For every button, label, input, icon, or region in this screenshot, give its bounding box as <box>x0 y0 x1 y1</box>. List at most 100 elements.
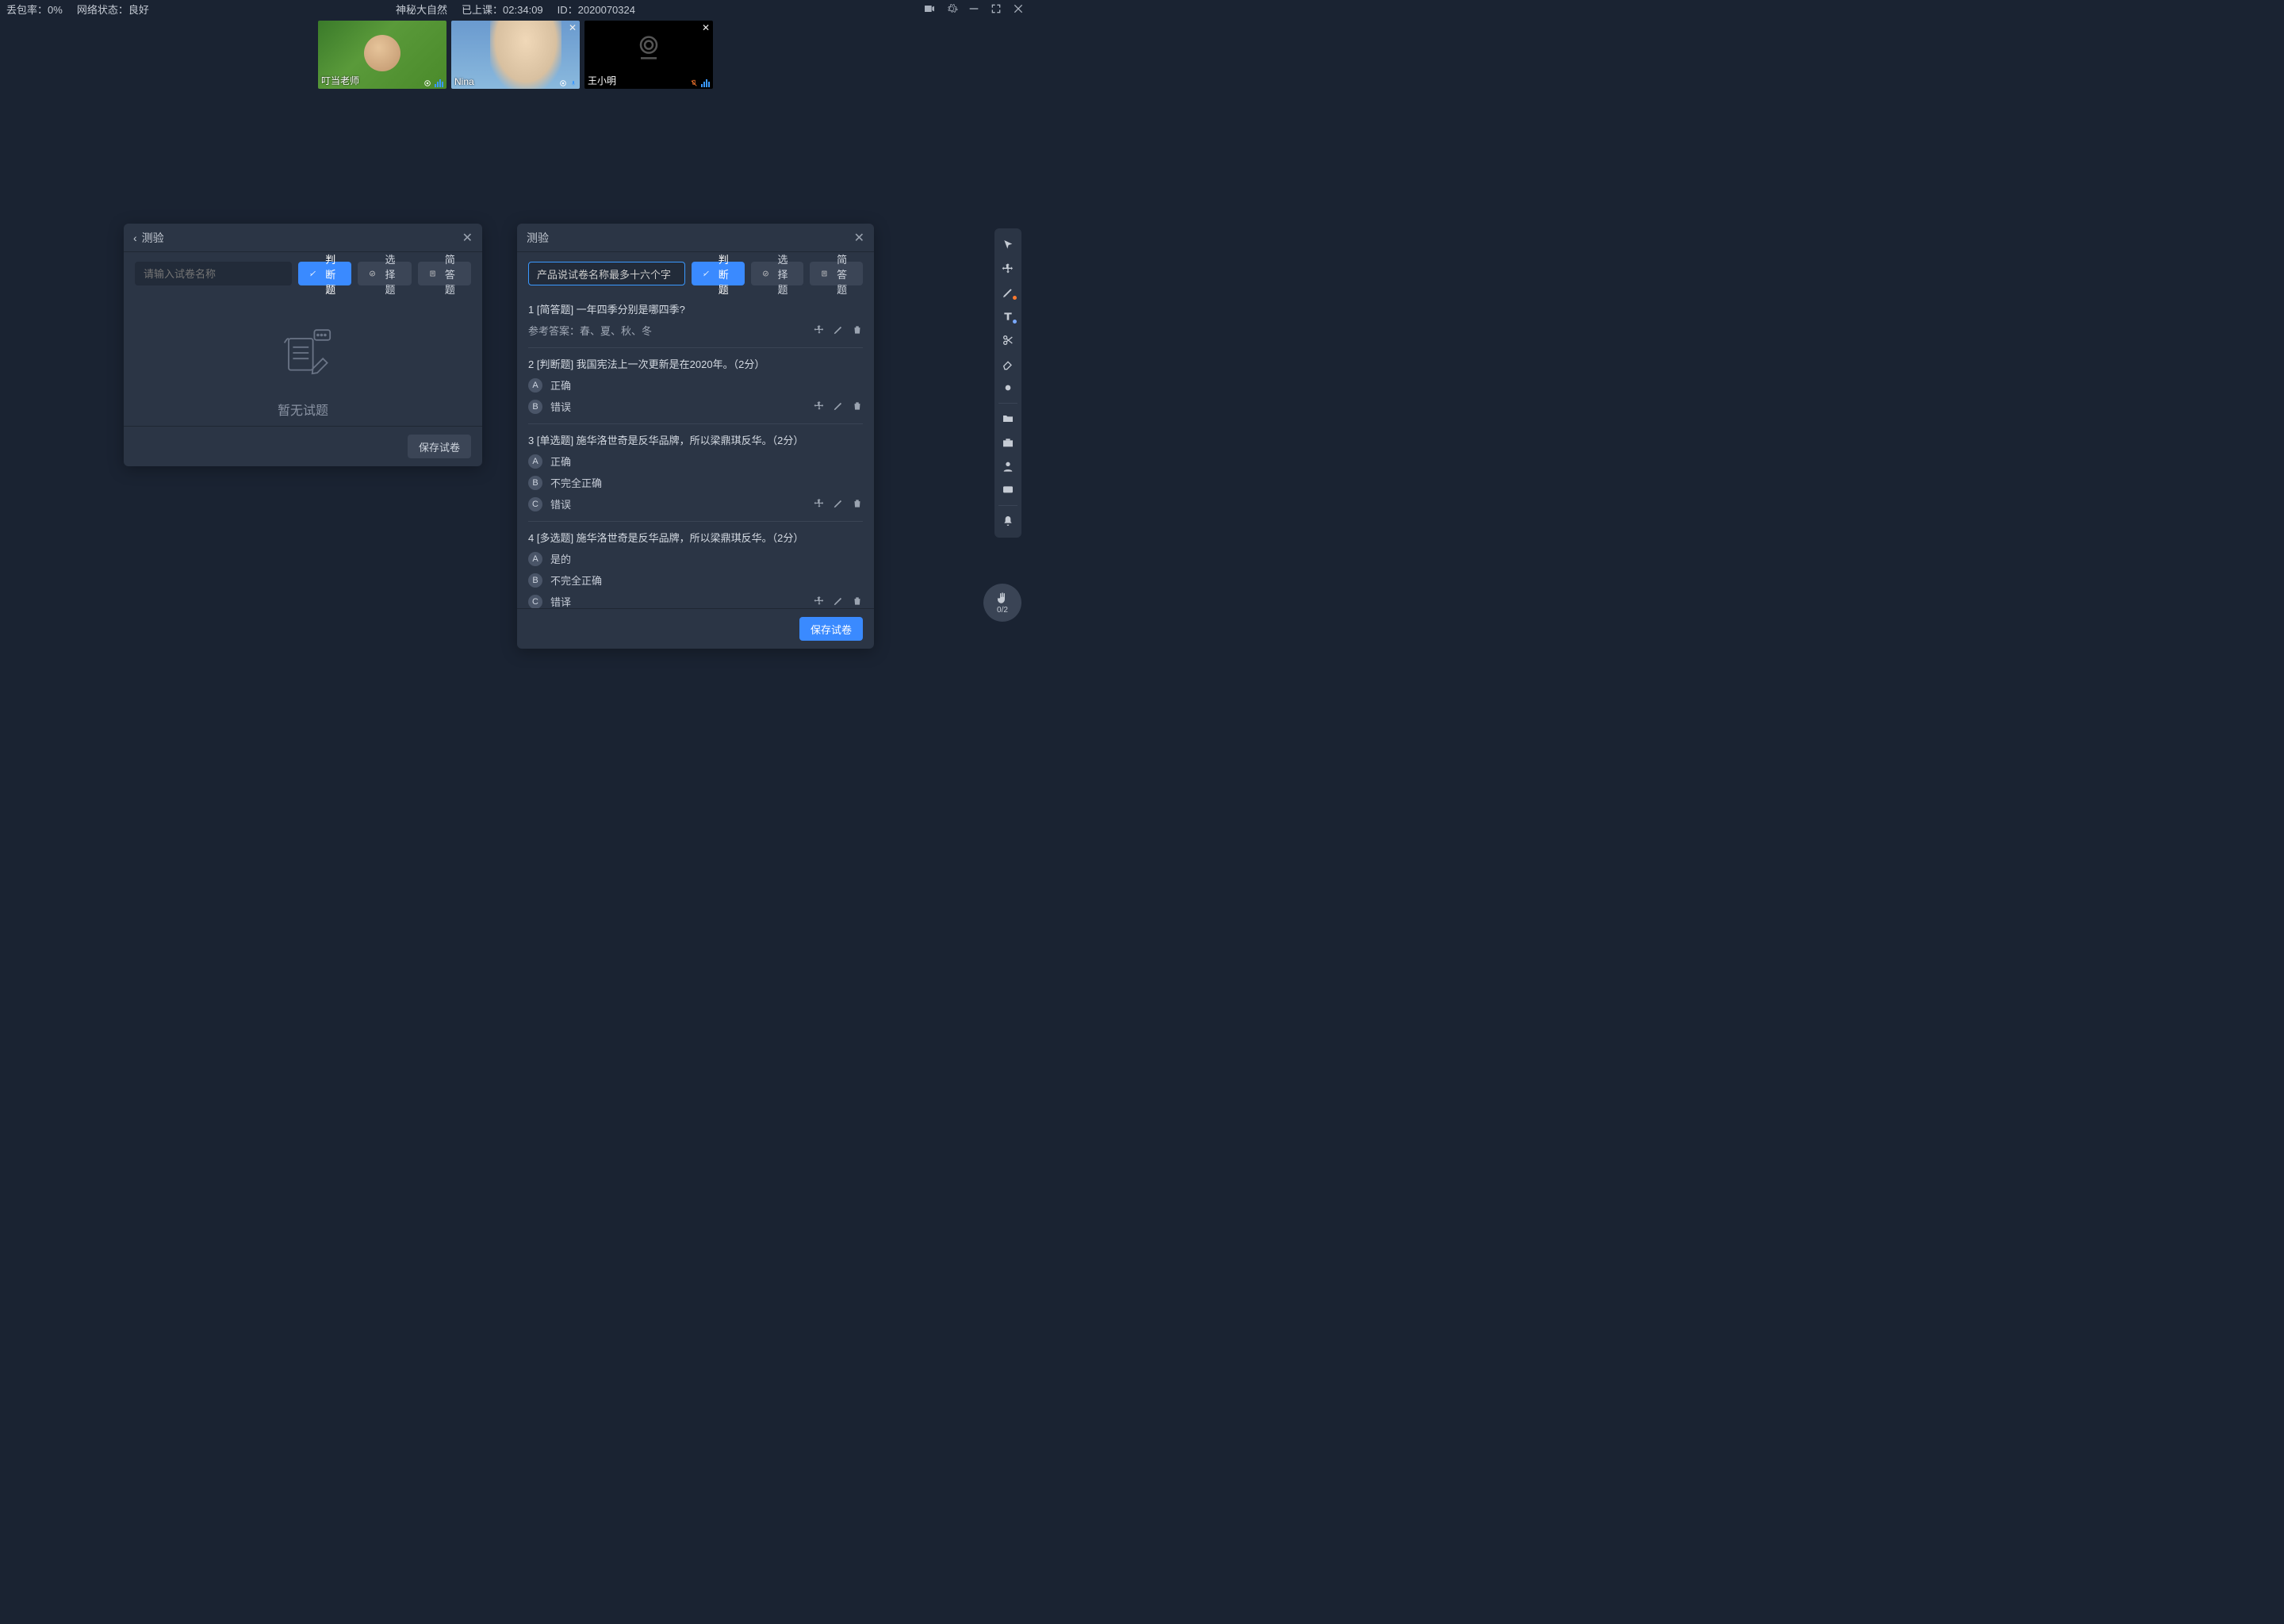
edit-icon[interactable] <box>833 596 844 608</box>
bell-tool[interactable] <box>998 511 1018 531</box>
session-id: ID：2020070324 <box>558 2 635 17</box>
video-tile-student-1[interactable]: ✕ Nina <box>451 21 580 89</box>
delete-icon[interactable] <box>852 324 863 339</box>
option-row[interactable]: B 不完全正确 <box>528 475 863 490</box>
option-text: 不完全正确 <box>550 475 602 490</box>
option-text: 是的 <box>550 551 571 566</box>
judge-button[interactable]: 判断题 <box>298 262 351 285</box>
hand-count: 0/2 <box>997 606 1008 615</box>
option-letter: C <box>528 595 542 609</box>
cursor-tool[interactable] <box>998 235 1018 255</box>
question-title: 3 [单选题] 施华洛世奇是反华品牌，所以梁鼎琪反华。（2分） <box>528 432 863 447</box>
option-row[interactable]: C 错误 <box>528 496 863 511</box>
move-icon[interactable] <box>814 596 825 608</box>
video-strip: 叮当老师 ✕ Nina ✕ 王小明 <box>0 17 1031 90</box>
mic-indicator <box>559 79 577 87</box>
maximize-icon[interactable] <box>990 2 1002 15</box>
video-name: 王小明 <box>588 74 616 87</box>
save-button[interactable]: 保存试卷 <box>408 435 471 458</box>
save-button[interactable]: 保存试卷 <box>799 617 863 641</box>
question-block: 1 [简答题] 一年四季分别是哪四季? 参考答案：春、夏、秋、冬 <box>528 293 863 348</box>
settings-icon[interactable] <box>945 2 958 15</box>
empty-text: 暂无试题 <box>278 400 328 419</box>
chat-tool[interactable] <box>998 480 1018 500</box>
option-letter: A <box>528 454 542 469</box>
move-icon[interactable] <box>814 498 825 513</box>
mic-indicator <box>423 79 443 87</box>
camera-off-icon <box>633 32 665 63</box>
video-tile-teacher[interactable]: 叮当老师 <box>318 21 446 89</box>
option-text: 正确 <box>550 377 571 393</box>
toolbox-tool[interactable] <box>998 432 1018 453</box>
question-title: 2 [判断题] 我国宪法上一次更新是在2020年。（2分） <box>528 356 863 371</box>
choice-button[interactable]: 选择题 <box>751 262 804 285</box>
question-title: 4 [多选题] 施华洛世奇是反华品牌，所以梁鼎琪反华。（2分） <box>528 530 863 545</box>
delete-icon[interactable] <box>852 498 863 513</box>
quiz-name-input[interactable] <box>135 262 292 285</box>
judge-button[interactable]: 判断题 <box>692 262 745 285</box>
packet-loss: 丢包率：0% <box>6 2 63 17</box>
mic-indicator <box>690 79 710 87</box>
scissors-tool[interactable] <box>998 330 1018 350</box>
option-letter: A <box>528 552 542 566</box>
answer-row: 参考答案：春、夏、秋、冬 <box>528 323 863 338</box>
quiz-name-input[interactable] <box>528 262 685 285</box>
move-icon[interactable] <box>814 400 825 416</box>
option-letter: A <box>528 378 542 393</box>
option-text: 错译 <box>550 594 571 608</box>
edit-icon[interactable] <box>833 400 844 416</box>
top-bar: 丢包率：0% 网络状态：良好 神秘大自然 已上课：02:34:09 ID：202… <box>0 0 1031 17</box>
delete-icon[interactable] <box>852 400 863 416</box>
choice-button[interactable]: 选择题 <box>358 262 411 285</box>
option-row[interactable]: A 正确 <box>528 454 863 469</box>
quiz-panel-empty: ‹ 测验 ✕ 判断题 选择题 简答题 暂无试题 保存试卷 <box>124 224 482 466</box>
edit-icon[interactable] <box>833 324 844 339</box>
camera-icon[interactable] <box>923 2 936 15</box>
option-row[interactable]: B 不完全正确 <box>528 573 863 588</box>
close-icon[interactable]: ✕ <box>462 230 473 246</box>
question-block: 2 [判断题] 我国宪法上一次更新是在2020年。（2分） A 正确 B错误 <box>528 348 863 424</box>
text-tool[interactable] <box>998 306 1018 327</box>
option-row[interactable]: A 是的 <box>528 551 863 566</box>
question-block: 4 [多选题] 施华洛世奇是反华品牌，所以梁鼎琪反华。（2分） A 是的 B 不完全正确… <box>528 522 863 608</box>
short-answer-button[interactable]: 简答题 <box>418 262 471 285</box>
option-row[interactable]: A 正确 <box>528 377 863 393</box>
option-letter: B <box>528 573 542 588</box>
option-row[interactable]: C 错译 <box>528 594 863 608</box>
color-tool[interactable] <box>998 377 1018 398</box>
class-title: 神秘大自然 <box>396 2 447 17</box>
folder-tool[interactable] <box>998 408 1018 429</box>
edit-icon[interactable] <box>833 498 844 513</box>
question-title: 1 [简答题] 一年四季分别是哪四季? <box>528 301 863 316</box>
right-toolbar <box>994 228 1021 538</box>
close-icon[interactable]: ✕ <box>569 22 577 33</box>
delete-icon[interactable] <box>852 596 863 608</box>
video-name: Nina <box>454 76 474 87</box>
option-row[interactable]: B错误 <box>528 399 863 414</box>
eraser-tool[interactable] <box>998 354 1018 374</box>
person-tool[interactable] <box>998 456 1018 477</box>
question-block: 3 [单选题] 施华洛世奇是反华品牌，所以梁鼎琪反华。（2分） A 正确 B 不完全正确… <box>528 424 863 522</box>
move-icon[interactable] <box>814 324 825 339</box>
move-tool[interactable] <box>998 259 1018 279</box>
option-text: 不完全正确 <box>550 573 602 588</box>
option-text: 错误 <box>550 496 571 511</box>
short-answer-button[interactable]: 简答题 <box>810 262 863 285</box>
minimize-icon[interactable] <box>968 2 980 15</box>
close-icon[interactable]: ✕ <box>854 230 864 246</box>
back-icon[interactable]: ‹ <box>133 232 137 244</box>
option-letter: B <box>528 476 542 490</box>
option-text: 正确 <box>550 454 571 469</box>
option-text: 错误 <box>550 399 571 414</box>
video-name: 叮当老师 <box>321 74 359 87</box>
option-letter: C <box>528 497 542 511</box>
network-status: 网络状态：良好 <box>77 2 149 17</box>
video-tile-student-2[interactable]: ✕ 王小明 <box>584 21 713 89</box>
raise-hand-button[interactable]: 0/2 <box>983 584 1021 622</box>
close-icon[interactable]: ✕ <box>702 22 710 33</box>
close-icon[interactable] <box>1012 2 1025 15</box>
panel-title: 测验 <box>142 230 164 246</box>
panel-title: 测验 <box>527 230 549 246</box>
empty-state: 暂无试题 <box>135 293 471 426</box>
pen-tool[interactable] <box>998 282 1018 303</box>
